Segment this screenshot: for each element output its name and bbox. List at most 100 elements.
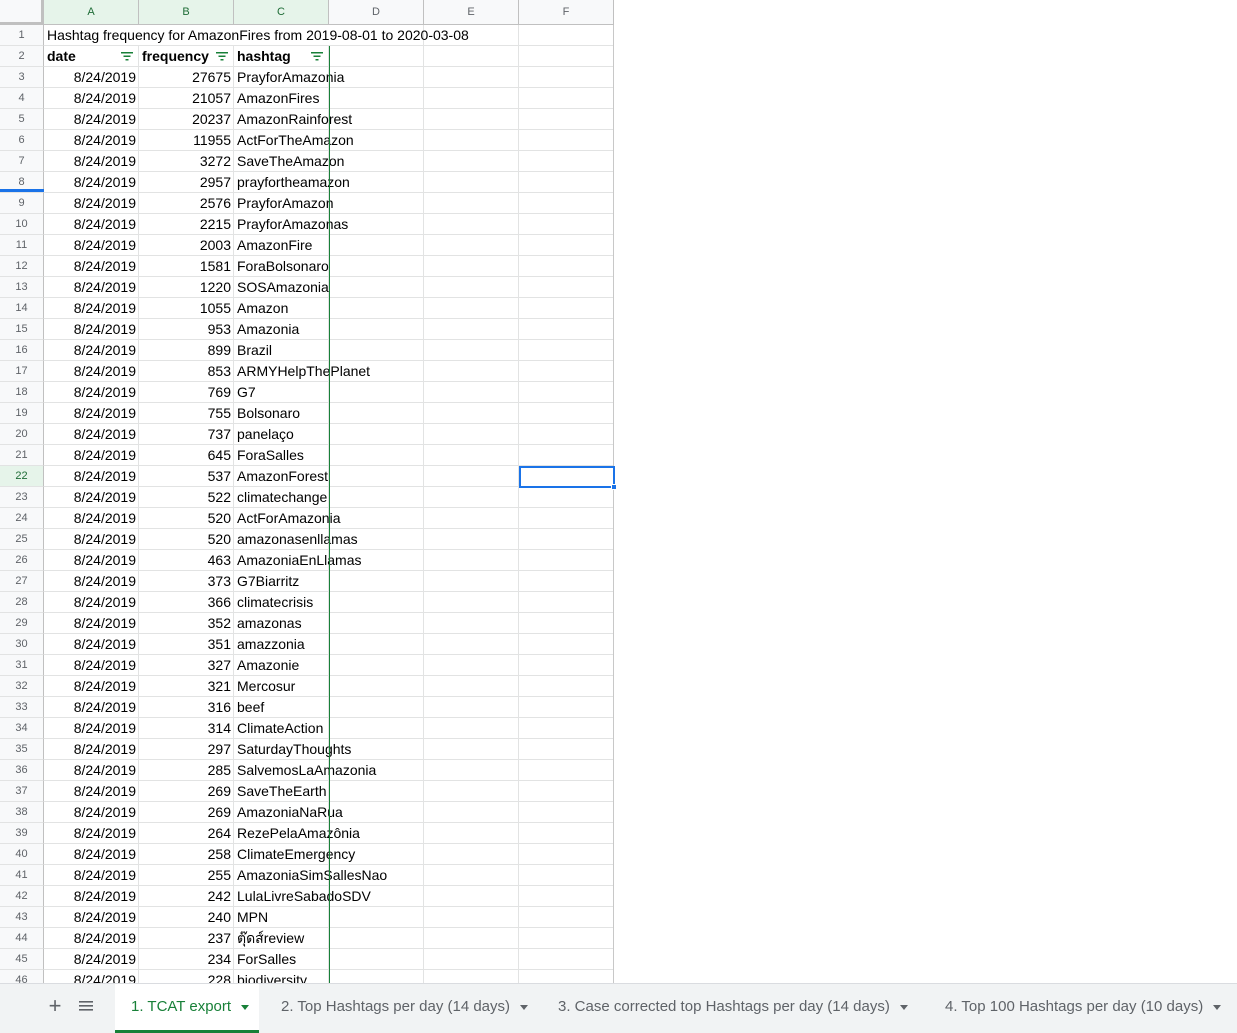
hashtag-cell[interactable]: ActForAmazonia <box>234 508 434 529</box>
dropdown-caret-icon[interactable] <box>899 1004 908 1010</box>
sheet-tab[interactable]: 1. TCAT export <box>115 984 259 1033</box>
frequency-cell[interactable]: 520 <box>139 529 234 550</box>
sheet-title-cell[interactable]: Hashtag frequency for AmazonFires from 2… <box>44 25 614 46</box>
hashtag-cell[interactable]: biodiversity <box>234 970 434 983</box>
hashtag-cell[interactable]: G7 <box>234 382 434 403</box>
hashtag-cell[interactable]: PrayforAmazon <box>234 193 434 214</box>
row-header[interactable]: 34 <box>0 718 44 739</box>
row-header[interactable]: 45 <box>0 949 44 970</box>
frequency-cell[interactable]: 316 <box>139 697 234 718</box>
hashtag-cell[interactable]: climatechange <box>234 487 434 508</box>
row-header[interactable]: 46 <box>0 970 44 983</box>
hashtag-cell[interactable]: Amazonie <box>234 655 434 676</box>
row-header[interactable]: 30 <box>0 634 44 655</box>
hashtag-cell[interactable]: AmazoniaNaRua <box>234 802 434 823</box>
date-cell[interactable]: 8/24/2019 <box>44 340 139 361</box>
row-header[interactable]: 17 <box>0 361 44 382</box>
dropdown-caret-icon[interactable] <box>241 1004 250 1010</box>
frequency-cell[interactable]: 2215 <box>139 214 234 235</box>
row-header[interactable]: 7 <box>0 151 44 172</box>
frequency-cell[interactable]: 520 <box>139 508 234 529</box>
frequency-cell[interactable]: 366 <box>139 592 234 613</box>
hashtag-cell[interactable]: beef <box>234 697 434 718</box>
row-header[interactable]: 33 <box>0 697 44 718</box>
row-header[interactable]: 1 <box>0 25 44 46</box>
date-cell[interactable]: 8/24/2019 <box>44 235 139 256</box>
date-cell[interactable]: 8/24/2019 <box>44 655 139 676</box>
hashtag-cell[interactable]: SaveTheEarth <box>234 781 434 802</box>
row-header[interactable]: 39 <box>0 823 44 844</box>
frequency-cell[interactable]: 240 <box>139 907 234 928</box>
date-cell[interactable]: 8/24/2019 <box>44 949 139 970</box>
row-header[interactable]: 22 <box>0 466 44 487</box>
filter-icon[interactable] <box>311 52 323 61</box>
frequency-cell[interactable]: 352 <box>139 613 234 634</box>
date-cell[interactable]: 8/24/2019 <box>44 466 139 487</box>
dropdown-caret-icon[interactable] <box>520 1004 529 1010</box>
date-cell[interactable]: 8/24/2019 <box>44 319 139 340</box>
date-cell[interactable]: 8/24/2019 <box>44 739 139 760</box>
row-header[interactable]: 38 <box>0 802 44 823</box>
row-header[interactable]: 4 <box>0 88 44 109</box>
row-header[interactable]: 32 <box>0 676 44 697</box>
date-cell[interactable]: 8/24/2019 <box>44 382 139 403</box>
date-cell[interactable]: 8/24/2019 <box>44 907 139 928</box>
hashtag-cell[interactable]: AmazoniaSimSallesNao <box>234 865 434 886</box>
row-header[interactable]: 16 <box>0 340 44 361</box>
frozen-row-divider[interactable] <box>0 189 44 192</box>
date-cell[interactable]: 8/24/2019 <box>44 256 139 277</box>
date-cell[interactable]: 8/24/2019 <box>44 109 139 130</box>
row-header[interactable]: 40 <box>0 844 44 865</box>
date-cell[interactable]: 8/24/2019 <box>44 67 139 88</box>
date-cell[interactable]: 8/24/2019 <box>44 298 139 319</box>
frequency-cell[interactable]: 373 <box>139 571 234 592</box>
hashtag-cell[interactable]: ActForTheAmazon <box>234 130 434 151</box>
frequency-cell[interactable]: 269 <box>139 781 234 802</box>
frequency-cell[interactable]: 234 <box>139 949 234 970</box>
date-cell[interactable]: 8/24/2019 <box>44 634 139 655</box>
hashtag-cell[interactable]: prayfortheamazon <box>234 172 434 193</box>
row-header[interactable]: 43 <box>0 907 44 928</box>
frequency-cell[interactable]: 1581 <box>139 256 234 277</box>
row-header[interactable]: 25 <box>0 529 44 550</box>
sheet-tab[interactable]: 2. Top Hashtags per day (14 days) <box>265 984 539 1033</box>
hashtag-cell[interactable]: Mercosur <box>234 676 434 697</box>
filter-icon[interactable] <box>216 52 228 61</box>
row-header[interactable]: 35 <box>0 739 44 760</box>
date-cell[interactable]: 8/24/2019 <box>44 550 139 571</box>
hashtag-cell[interactable]: ForaSalles <box>234 445 434 466</box>
hashtag-cell[interactable]: ClimateEmergency <box>234 844 434 865</box>
hashtag-cell[interactable]: Amazon <box>234 298 434 319</box>
frequency-cell[interactable]: 2576 <box>139 193 234 214</box>
row-header[interactable]: 3 <box>0 67 44 88</box>
date-cell[interactable]: 8/24/2019 <box>44 613 139 634</box>
frequency-cell[interactable]: 1055 <box>139 298 234 319</box>
date-cell[interactable]: 8/24/2019 <box>44 697 139 718</box>
hashtag-cell[interactable]: LulaLivreSabadoSDV <box>234 886 434 907</box>
hashtag-cell[interactable]: PrayforAmazonas <box>234 214 434 235</box>
hashtag-cell[interactable]: SOSAmazonia <box>234 277 434 298</box>
hashtag-cell[interactable]: Brazil <box>234 340 434 361</box>
frequency-cell[interactable]: 269 <box>139 802 234 823</box>
row-header[interactable]: 2 <box>0 46 44 67</box>
date-cell[interactable]: 8/24/2019 <box>44 676 139 697</box>
frequency-cell[interactable]: 242 <box>139 886 234 907</box>
date-cell[interactable]: 8/24/2019 <box>44 88 139 109</box>
hashtag-cell[interactable]: RezePelaAmazônia <box>234 823 434 844</box>
date-cell[interactable]: 8/24/2019 <box>44 781 139 802</box>
row-header[interactable]: 26 <box>0 550 44 571</box>
hashtag-cell[interactable]: AmazonRainforest <box>234 109 434 130</box>
dropdown-caret-icon[interactable] <box>1213 1004 1222 1010</box>
date-cell[interactable]: 8/24/2019 <box>44 970 139 983</box>
row-header[interactable]: 44 <box>0 928 44 949</box>
hashtag-cell[interactable]: ตุ๊ดส์review <box>234 928 434 949</box>
hashtag-cell[interactable]: ClimateAction <box>234 718 434 739</box>
column-header-c[interactable]: C <box>234 0 329 25</box>
filter-icon[interactable] <box>121 52 133 61</box>
add-sheet-button[interactable]: + <box>44 995 66 1018</box>
date-cell[interactable]: 8/24/2019 <box>44 802 139 823</box>
row-header[interactable]: 10 <box>0 214 44 235</box>
hashtag-cell[interactable]: G7Biarritz <box>234 571 434 592</box>
frequency-cell[interactable]: 351 <box>139 634 234 655</box>
frequency-cell[interactable]: 21057 <box>139 88 234 109</box>
